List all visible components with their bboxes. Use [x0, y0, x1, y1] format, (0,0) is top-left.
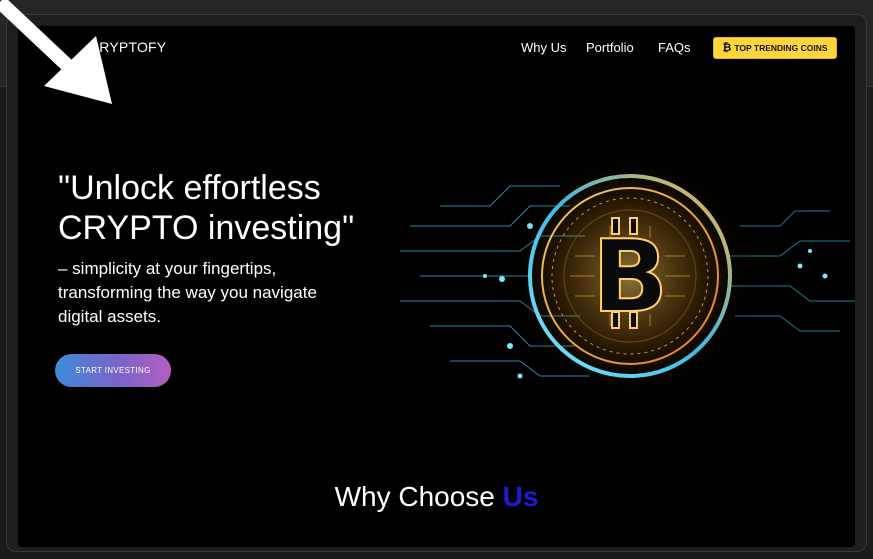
why-choose-us-heading: Why Choose Us: [18, 481, 855, 513]
start-investing-button[interactable]: START INVESTING: [55, 354, 171, 387]
top-trending-coins-button[interactable]: ₿ TOP TRENDING COINS: [713, 37, 837, 59]
why-choose-us-heading-main: Why Choose: [334, 481, 503, 512]
bitcoin-icon: ₿: [722, 42, 732, 54]
bitcoin-circuit-illustration: B: [400, 146, 855, 406]
nav-link-faqs[interactable]: FAQs: [658, 40, 691, 55]
hero-title-line-1: "Unlock effortless: [58, 169, 321, 207]
hero-subtitle-line-3: digital assets.: [58, 307, 161, 326]
hero-subtitle-line-2: transforming the way you navigate: [58, 283, 317, 302]
landing-page: CRYPTOFY Why Us Portfolio FAQs ₿ TOP TRE…: [18, 26, 855, 547]
why-choose-us-heading-accent: Us: [502, 481, 539, 512]
hero-title: "Unlock effortless CRYPTO investing": [58, 168, 418, 248]
hero-title-line-2: CRYPTO investing": [58, 209, 355, 247]
annotation-arrow-icon: [0, 0, 112, 104]
nav-link-why-us[interactable]: Why Us: [521, 40, 567, 55]
top-trending-coins-label: TOP TRENDING COINS: [734, 43, 828, 53]
hero-subtitle-line-1: – simplicity at your fingertips,: [58, 259, 277, 278]
nav-link-portfolio[interactable]: Portfolio: [586, 40, 634, 55]
hero-subtitle: – simplicity at your fingertips, transfo…: [58, 257, 388, 329]
